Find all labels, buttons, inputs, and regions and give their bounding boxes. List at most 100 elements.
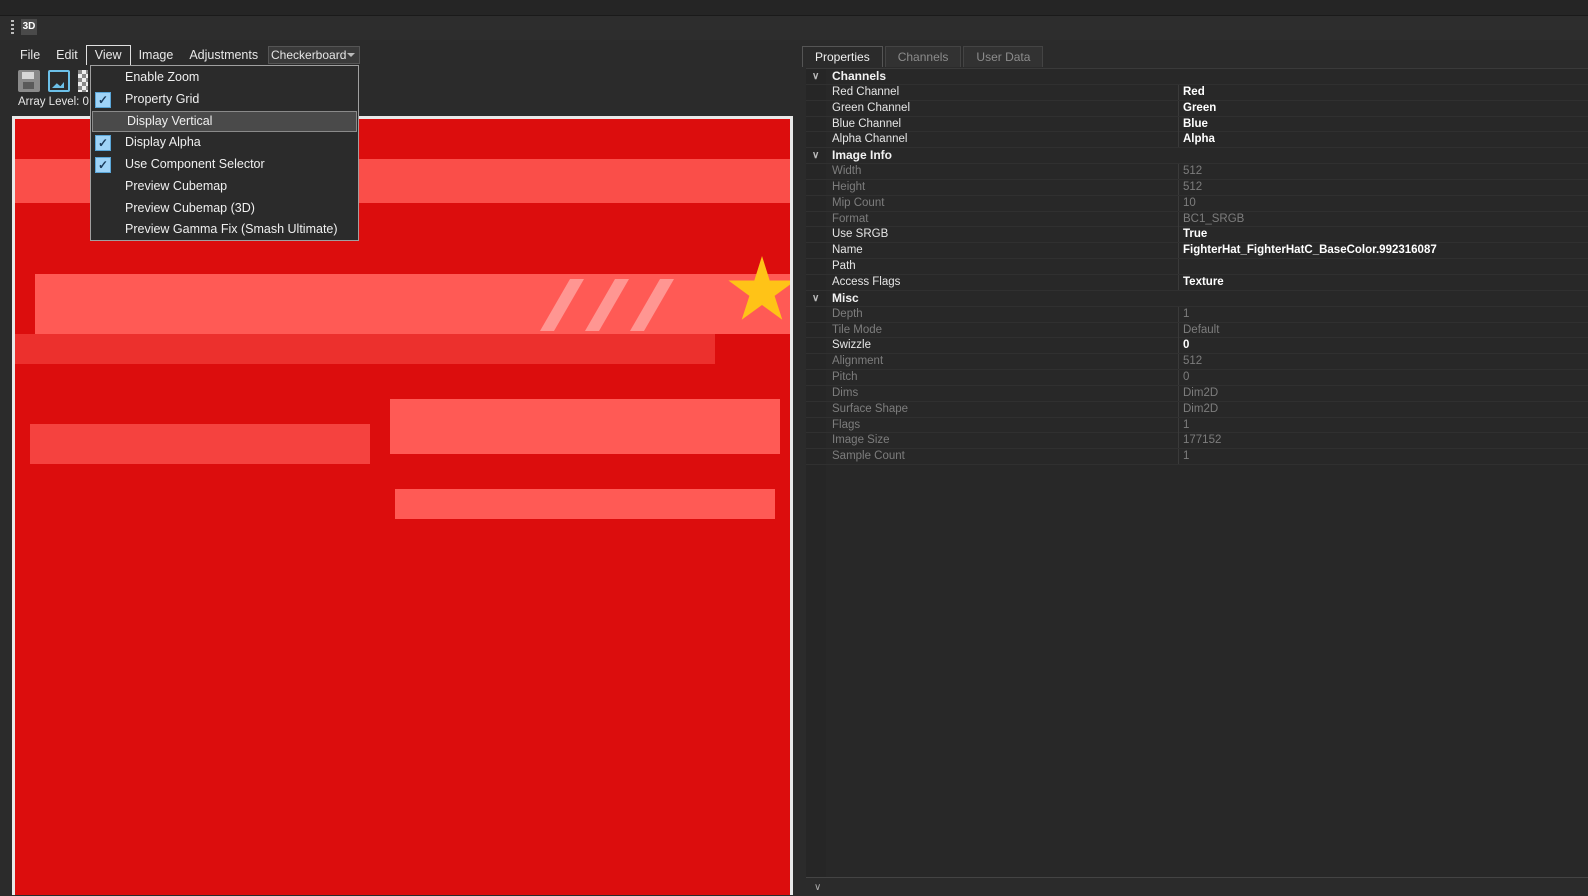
property-row[interactable]: Green Channel Green [806,100,1588,117]
property-value: 1 [1183,307,1190,320]
property-row[interactable]: Swizzle 0 [806,338,1588,355]
menu-item-preview-cubemap[interactable]: Preview Cubemap [91,176,358,198]
property-value: 10 [1183,196,1196,209]
menu-adjustments[interactable]: Adjustments [181,45,266,65]
checkmark-icon: ✓ [95,91,111,108]
texture-band [30,424,370,464]
property-value: Dim2D [1183,402,1219,415]
edit-image-icon[interactable] [48,70,70,92]
property-row[interactable]: Mip Count 10 [806,195,1588,212]
category-label: Misc [832,290,859,305]
menu-item-label: Preview Cubemap [125,178,228,193]
menu-item-label: Preview Cubemap (3D) [125,200,255,215]
property-row[interactable]: Surface Shape Dim2D [806,401,1588,418]
property-value[interactable]: Blue [1183,117,1208,132]
property-row[interactable]: Red Channel Red [806,84,1588,101]
menu-item-property-grid[interactable]: ✓ Property Grid [91,89,358,111]
menu-view[interactable]: View [85,45,131,65]
property-row[interactable]: Flags 1 [806,417,1588,434]
properties-tabs: Properties Channels User Data [802,46,1044,67]
texture-band [35,274,790,334]
category-image-info[interactable]: ∨ Image Info [806,148,1588,165]
property-grid: ∨ Channels Red Channel Red Green Channel G… [806,68,1588,878]
category-label: Channels [832,69,887,83]
tab-properties[interactable]: Properties [802,46,883,67]
property-name: Access Flags [832,274,1179,290]
tab-channels[interactable]: Channels [884,46,962,67]
property-name: Surface Shape [832,401,1179,417]
menu-item-label: Display Vertical [127,113,213,128]
property-row[interactable]: Access Flags Texture [806,274,1588,291]
title-strip [0,0,1588,16]
texture-band [15,334,715,364]
property-name: Pitch [832,370,1179,386]
property-value[interactable]: Alpha [1183,132,1215,147]
property-row[interactable]: Image Size 177152 [806,433,1588,450]
property-value: 177152 [1183,434,1222,447]
property-name: Image Size [832,433,1179,449]
background-mode-value: Checkerboard [271,48,347,62]
property-row[interactable]: Blue Channel Blue [806,116,1588,133]
property-value[interactable]: 0 [1183,338,1189,353]
menubar: File Edit View Image Adjustments [12,45,266,65]
property-row[interactable]: Format BC1_SRGB [806,211,1588,228]
checkerboard-icon[interactable] [78,70,88,92]
property-row[interactable]: Depth 1 [806,306,1588,323]
drag-grip-icon[interactable] [11,20,14,34]
property-value[interactable]: True [1183,227,1207,242]
property-value: 512 [1183,165,1203,178]
property-row[interactable]: Dims Dim2D [806,385,1588,402]
collapse-chevron-icon[interactable]: ∨ [812,148,822,163]
property-row[interactable]: Width 512 [806,164,1588,180]
menu-image[interactable]: Image [131,45,182,65]
collapse-chevron-icon[interactable]: ∨ [814,882,821,893]
property-row[interactable]: Name FighterHat_FighterHatC_BaseColor.992… [806,243,1588,260]
menu-item-display-vertical[interactable]: Display Vertical [92,110,357,133]
menu-item-preview-gamma-fix[interactable]: Preview Gamma Fix (Smash Ultimate) [91,219,358,241]
collapse-chevron-icon[interactable]: ∨ [812,69,822,84]
view-menu-dropdown: Enable Zoom ✓ Property Grid Display Vert… [90,65,359,241]
property-value[interactable]: Green [1183,101,1216,116]
property-row[interactable]: Alpha Channel Alpha [806,132,1588,149]
property-value[interactable]: FighterHat_FighterHatC_BaseColor.9923160… [1183,243,1437,258]
property-row[interactable]: Pitch 0 [806,370,1588,386]
document-tab-icon[interactable]: 3D [21,19,37,35]
tab-user-data[interactable]: User Data [963,46,1044,67]
menu-edit[interactable]: Edit [48,45,86,65]
category-channels[interactable]: ∨ Channels [806,69,1588,85]
property-value: 512 [1183,180,1203,193]
property-name: Width [832,164,1179,180]
property-name: Format [832,211,1179,227]
property-row[interactable]: Use SRGB True [806,227,1588,244]
save-icon[interactable] [18,70,40,92]
property-name: Alpha Channel [832,132,1179,148]
property-name: Name [832,243,1179,259]
property-row[interactable]: Tile Mode Default [806,322,1588,339]
property-value: 1 [1183,418,1190,431]
category-misc[interactable]: ∨ Misc [806,291,1588,307]
menu-file[interactable]: File [12,45,48,65]
menu-item-label: Enable Zoom [125,70,200,84]
property-value[interactable]: Texture [1183,275,1224,290]
property-name: Alignment [832,354,1179,370]
property-row[interactable]: Alignment 512 [806,354,1588,371]
property-value: 0 [1183,371,1190,384]
menu-item-use-component-selector[interactable]: ✓ Use Component Selector [91,154,358,176]
property-row[interactable]: Sample Count 1 [806,449,1588,466]
array-level-label: Array Level: 0 / [18,96,96,108]
collapse-chevron-icon[interactable]: ∨ [812,291,822,306]
texture-band [390,399,780,454]
checkmark-icon: ✓ [95,157,111,173]
property-name: Flags [832,417,1179,433]
background-mode-select[interactable]: Checkerboard [268,46,360,64]
toolbar [18,70,88,96]
property-value: 1 [1183,450,1190,463]
property-row[interactable]: Path [806,259,1588,275]
menu-item-enable-zoom[interactable]: Enable Zoom [91,67,358,89]
property-name: Swizzle [832,338,1179,354]
menu-item-display-alpha[interactable]: ✓ Display Alpha [91,132,358,154]
property-value[interactable]: Red [1183,85,1205,100]
menu-item-preview-cubemap-3d[interactable]: Preview Cubemap (3D) [91,198,358,220]
property-name: Sample Count [832,449,1179,465]
property-row[interactable]: Height 512 [806,179,1588,196]
